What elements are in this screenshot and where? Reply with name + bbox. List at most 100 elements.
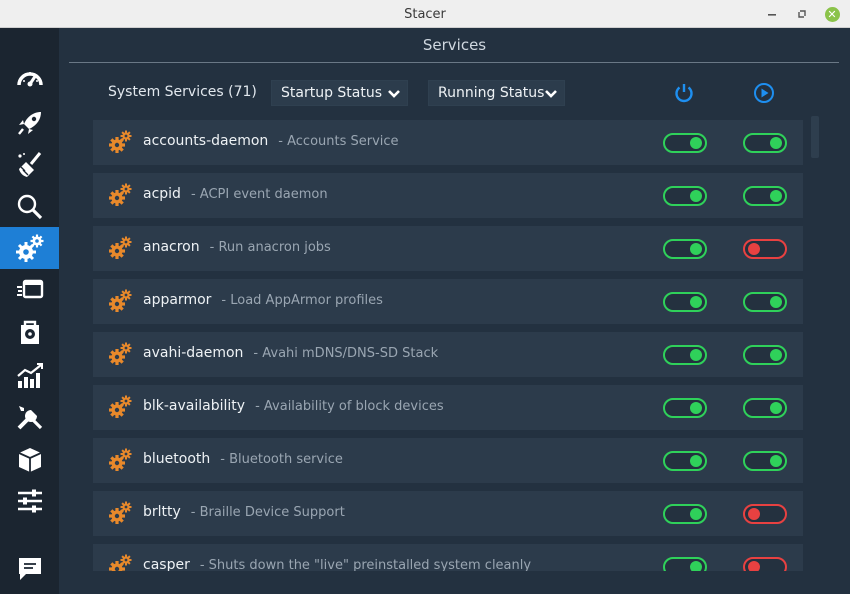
running-toggle[interactable] <box>743 398 787 418</box>
sidebar-item-startup-apps[interactable] <box>0 102 59 144</box>
running-toggle[interactable] <box>743 557 787 571</box>
sidebar-item-feedback[interactable] <box>0 548 59 590</box>
startup-toggle[interactable] <box>663 451 707 471</box>
uninstaller-icon <box>20 320 39 344</box>
toggle-knob <box>690 402 702 414</box>
running-status-filter[interactable]: Running Status <box>428 80 565 106</box>
service-name-text: brltty <box>143 504 181 520</box>
running-toggle[interactable] <box>743 133 787 153</box>
running-toggle[interactable] <box>743 292 787 312</box>
maximize-button[interactable] <box>792 4 812 24</box>
stacer-window: Stacer ✕ Services System Services (71) S… <box>0 0 850 594</box>
table-row: apparmor - Load AppArmor profiles <box>93 279 803 324</box>
sidebar-item-processes[interactable] <box>0 269 59 311</box>
sidebar-item-search[interactable] <box>0 186 59 228</box>
sidebar-item-system-cleaner[interactable] <box>0 144 59 186</box>
toggle-knob <box>690 455 702 467</box>
service-name-text: apparmor <box>143 292 212 308</box>
service-name: avahi-daemon - Avahi mDNS/DNS-SD Stack <box>143 345 438 361</box>
table-row: acpid - ACPI event daemon <box>93 173 803 218</box>
service-gear-icon <box>109 130 132 153</box>
service-name-text: acpid <box>143 186 181 202</box>
toggle-knob <box>770 349 782 361</box>
startup-toggle[interactable] <box>663 186 707 206</box>
running-toggle[interactable] <box>743 345 787 365</box>
toggle-knob <box>770 402 782 414</box>
service-description: - ACPI event daemon <box>190 187 328 202</box>
tools-icon <box>17 406 42 430</box>
service-gear-icon <box>109 236 132 259</box>
startup-toggle[interactable] <box>663 557 707 571</box>
service-name-text: bluetooth <box>143 451 211 467</box>
play-circle-icon <box>754 83 774 103</box>
close-icon: ✕ <box>824 6 840 22</box>
service-description: - Braille Device Support <box>190 505 345 520</box>
service-name: bluetooth - Bluetooth service <box>143 451 343 467</box>
toggle-knob <box>690 243 702 255</box>
table-row: anacron - Run anacron jobs <box>93 226 803 271</box>
startup-toggle[interactable] <box>663 398 707 418</box>
running-toggle[interactable] <box>743 239 787 259</box>
service-description: - Bluetooth service <box>220 452 343 467</box>
list-scrollbar[interactable] <box>811 116 819 158</box>
service-gear-icon <box>109 183 132 206</box>
toggle-knob <box>770 190 782 202</box>
startup-toggle[interactable] <box>663 345 707 365</box>
sidebar-item-resources[interactable] <box>0 355 59 397</box>
settings-sliders-icon <box>17 489 42 513</box>
sidebar-item-apt-repository[interactable] <box>0 438 59 480</box>
sidebar-item-settings[interactable] <box>0 480 59 522</box>
service-name: casper - Shuts down the "live" preinstall… <box>143 557 531 571</box>
close-button[interactable]: ✕ <box>822 4 842 24</box>
gears-icon <box>15 234 43 262</box>
toggle-knob <box>690 296 702 308</box>
sidebar-item-uninstaller[interactable] <box>0 312 59 354</box>
startup-toggle[interactable] <box>663 504 707 524</box>
service-gear-icon <box>109 289 132 312</box>
minimize-button[interactable] <box>762 4 782 24</box>
table-row: avahi-daemon - Avahi mDNS/DNS-SD Stack <box>93 332 803 377</box>
table-row: accounts-daemon - Accounts Service <box>93 120 803 165</box>
running-toggle[interactable] <box>743 186 787 206</box>
running-status-label: Running Status <box>438 85 545 101</box>
package-icon <box>18 448 41 472</box>
startup-toggle[interactable] <box>663 239 707 259</box>
window-title: Stacer <box>404 7 446 22</box>
startup-status-label: Startup Status <box>281 85 383 101</box>
service-description: - Run anacron jobs <box>209 240 331 255</box>
service-name: blk-availability - Availability of block … <box>143 398 444 414</box>
sidebar-item-dashboard[interactable] <box>0 58 59 100</box>
service-gear-icon <box>109 448 132 471</box>
toggle-knob <box>690 137 702 149</box>
running-toggle[interactable] <box>743 504 787 524</box>
running-toggle[interactable] <box>743 451 787 471</box>
toggle-knob <box>748 561 760 571</box>
sidebar-item-services[interactable] <box>0 227 59 269</box>
title-divider <box>69 62 839 63</box>
toggle-knob <box>770 455 782 467</box>
service-name-text: accounts-daemon <box>143 133 269 149</box>
toggle-knob <box>748 243 760 255</box>
service-name: acpid - ACPI event daemon <box>143 186 328 202</box>
service-description: - Availability of block devices <box>255 399 444 414</box>
rocket-icon <box>17 112 41 135</box>
title-bar: Stacer ✕ <box>0 0 850 28</box>
service-gear-icon <box>109 342 132 365</box>
sidebar-item-helpers[interactable] <box>0 396 59 438</box>
service-gear-icon <box>109 395 132 418</box>
service-gear-icon <box>109 501 132 524</box>
resources-icon <box>16 363 43 388</box>
toggle-knob <box>748 508 760 520</box>
broom-icon <box>17 152 41 177</box>
chevron-down-icon <box>545 90 557 98</box>
startup-toggle[interactable] <box>663 133 707 153</box>
toggle-knob <box>690 508 702 520</box>
service-description: - Accounts Service <box>278 134 399 149</box>
services-page: Services System Services (71) Startup St… <box>59 28 850 594</box>
service-name: accounts-daemon - Accounts Service <box>143 133 399 149</box>
processes-icon <box>16 279 43 299</box>
service-name-text: casper <box>143 557 190 571</box>
services-list: accounts-daemon - Accounts Service acpid - … <box>93 120 803 571</box>
startup-toggle[interactable] <box>663 292 707 312</box>
startup-status-filter[interactable]: Startup Status <box>271 80 408 106</box>
